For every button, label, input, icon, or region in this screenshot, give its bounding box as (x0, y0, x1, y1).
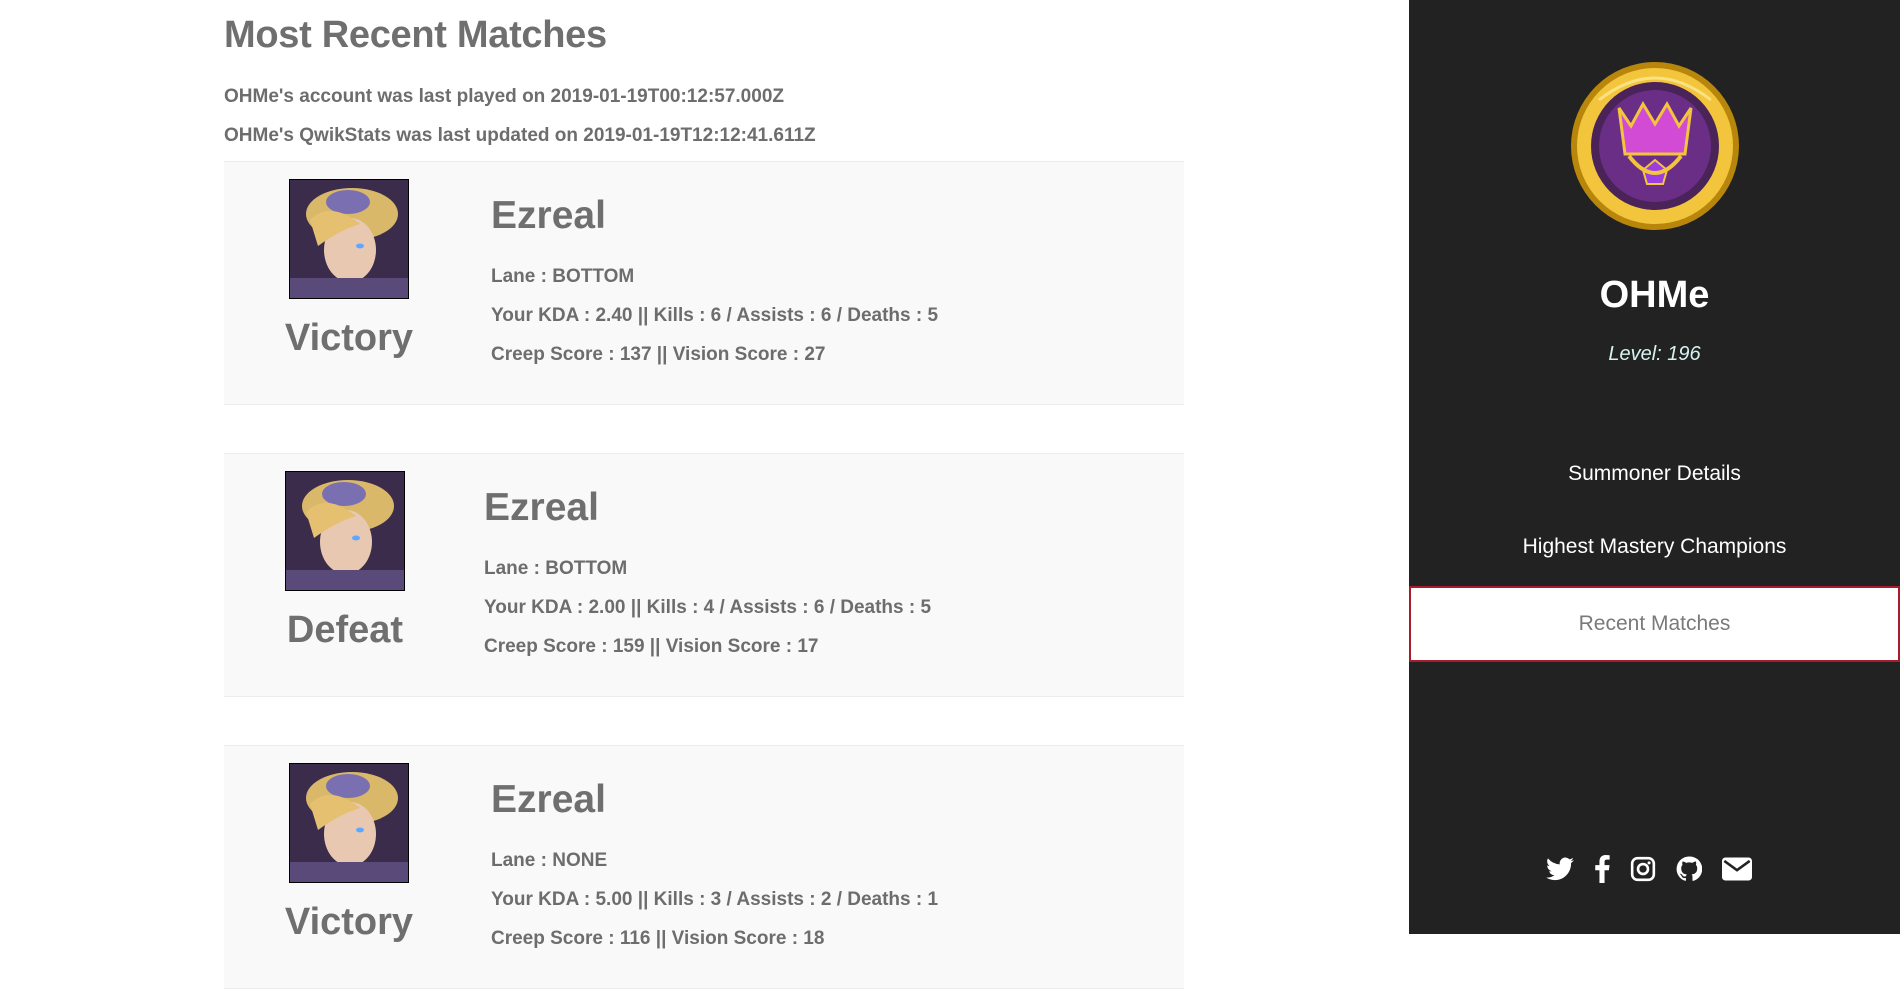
nav-summoner-details[interactable]: Summoner Details (1409, 462, 1900, 486)
match-result: Victory (284, 317, 414, 359)
champion-name: Ezreal (491, 778, 606, 821)
nav-recent-matches[interactable]: Recent Matches (1409, 586, 1900, 662)
page-title: Most Recent Matches (224, 14, 607, 56)
scores-text: Creep Score : 116 || Vision Score : 18 (491, 928, 825, 949)
main-content: Most Recent Matches OHMe's account was l… (224, 0, 1184, 989)
lane-text: Lane : NONE (491, 850, 608, 871)
scores-text: Creep Score : 137 || Vision Score : 27 (491, 344, 826, 365)
sidebar: OHMe Level: 196 Summoner Details Highest… (1409, 0, 1900, 934)
kda-text: Your KDA : 2.40 || Kills : 6 / Assists :… (491, 305, 939, 326)
match-card: Defeat Ezreal Lane : BOTTOM Your KDA : 2… (224, 453, 1184, 697)
lane-text: Lane : BOTTOM (484, 558, 628, 579)
match-result: Defeat (286, 609, 404, 651)
nav-highest-mastery[interactable]: Highest Mastery Champions (1409, 535, 1900, 559)
summoner-level: Level: 196 (1608, 343, 1701, 365)
champion-portrait (289, 179, 409, 299)
match-result: Victory (284, 901, 414, 943)
summoner-name: OHMe (1599, 274, 1710, 316)
scores-text: Creep Score : 159 || Vision Score : 17 (484, 636, 819, 657)
summoner-emblem-icon (1569, 60, 1741, 232)
github-icon[interactable] (1676, 856, 1702, 882)
champion-name: Ezreal (484, 486, 599, 529)
kda-text: Your KDA : 2.00 || Kills : 4 / Assists :… (484, 597, 932, 618)
twitter-icon[interactable] (1546, 857, 1574, 881)
instagram-icon[interactable] (1630, 856, 1656, 882)
match-card: Victory Ezreal Lane : NONE Your KDA : 5.… (224, 745, 1184, 989)
social-links (1546, 855, 1752, 883)
facebook-icon[interactable] (1594, 855, 1610, 883)
last-updated-text: OHMe's QwikStats was last updated on 201… (224, 125, 816, 146)
champion-portrait (285, 471, 405, 591)
envelope-icon[interactable] (1722, 857, 1752, 881)
kda-text: Your KDA : 5.00 || Kills : 3 / Assists :… (491, 889, 939, 910)
champion-portrait (289, 763, 409, 883)
champion-name: Ezreal (491, 194, 606, 237)
match-card: Victory Ezreal Lane : BOTTOM Your KDA : … (224, 161, 1184, 405)
lane-text: Lane : BOTTOM (491, 266, 635, 287)
last-played-text: OHMe's account was last played on 2019-0… (224, 86, 784, 107)
nav-recent-matches-label: Recent Matches (1578, 612, 1731, 635)
